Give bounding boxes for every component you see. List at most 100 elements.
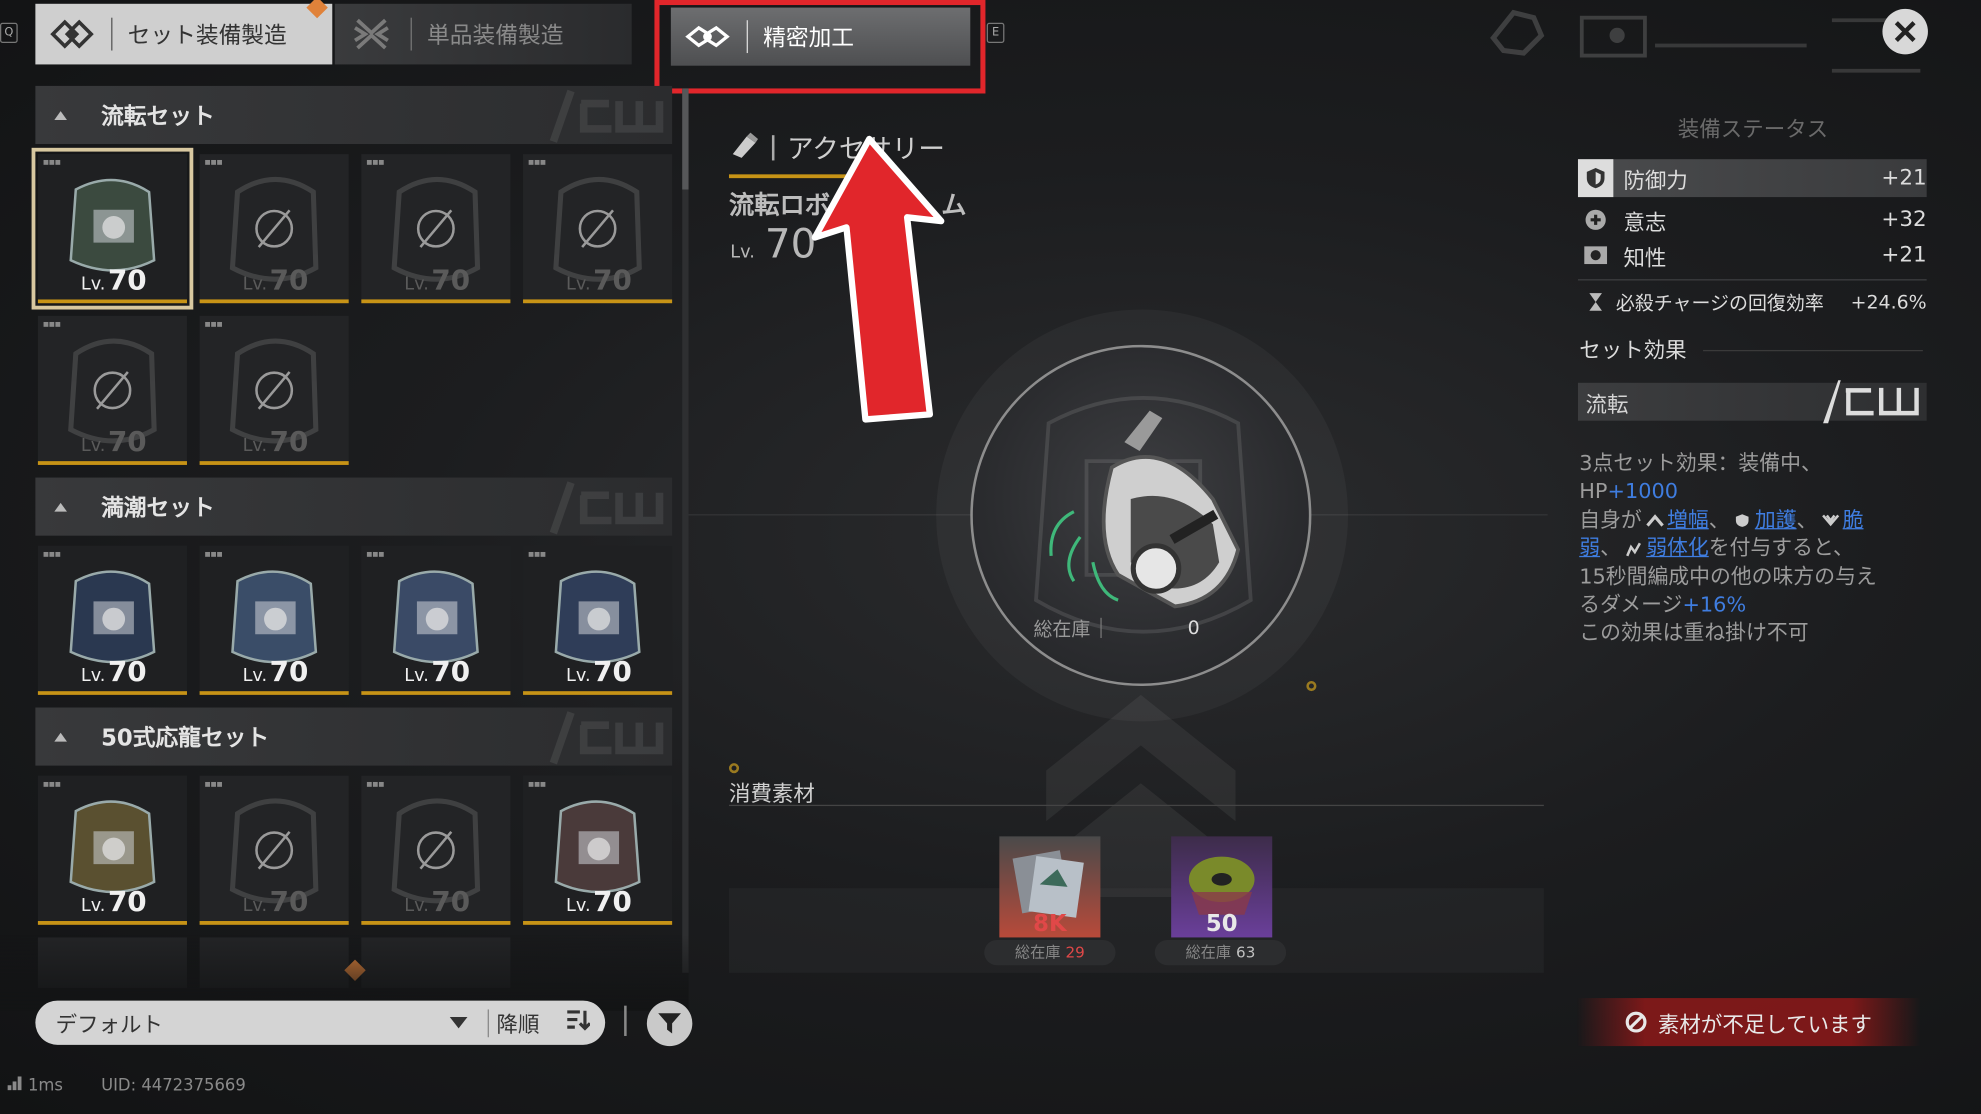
effect-line-1: 3点セット効果：装備中、 <box>1579 451 1822 476</box>
list-scrollbar[interactable] <box>682 88 689 973</box>
q-key-hint: Q <box>0 22 18 43</box>
tab-set-label: セット装備製造 <box>127 22 287 50</box>
sort-bar[interactable]: デフォルト 降順 <box>35 1000 606 1045</box>
materials-divider <box>728 804 1544 807</box>
equipment-tile[interactable]: ■■■ Lv. 70 <box>37 315 187 465</box>
tile-level-prefix: Lv. <box>242 665 268 687</box>
equipment-tile[interactable]: ■■■ Lv. 70 <box>199 154 349 304</box>
item-stock-value: 0 <box>1187 616 1200 640</box>
set-brand-logo-icon <box>1823 380 1919 424</box>
set-group-header[interactable]: 50式応龍セット <box>35 707 673 766</box>
hourglass-icon <box>1578 292 1613 312</box>
scrollbar-thumb[interactable] <box>682 88 689 190</box>
equipment-tile[interactable]: ■■■ Lv. 70 <box>361 154 511 304</box>
tile-rarity-tag: ■■■ <box>42 159 61 167</box>
material-count: 8K <box>1033 910 1067 938</box>
debuff-weaken-link[interactable]: 弱体化 <box>1646 536 1709 560</box>
tile-level-value: 70 <box>593 656 632 689</box>
equipment-tile[interactable]: ■■■ Lv. 70 <box>199 315 349 465</box>
prohibited-icon <box>1625 1011 1647 1033</box>
equipment-tile[interactable]: ■■■ Lv. 70 <box>361 545 511 695</box>
ping-value: 1ms <box>27 1076 63 1096</box>
tab-divider <box>111 17 113 51</box>
stat-value: +21 <box>1881 242 1927 268</box>
craft-button-insufficient[interactable]: 素材が不足しています <box>1576 998 1921 1047</box>
material-count: 50 <box>1205 910 1238 938</box>
equipment-tile[interactable]: ■■■ Lv. 70 <box>523 775 673 925</box>
tile-level: Lv. 70 <box>81 887 147 919</box>
collapse-triangle-icon[interactable] <box>35 731 86 742</box>
equipment-tile[interactable]: ■■■ Lv. 70 <box>37 775 187 925</box>
debuff-vulnerable-link-part2[interactable]: 弱 <box>1579 536 1600 560</box>
tile-level-prefix: Lv. <box>242 895 268 916</box>
collapse-triangle-icon[interactable] <box>35 501 86 512</box>
tile-level: Lv. 70 <box>243 265 309 297</box>
list-fade <box>0 934 689 1011</box>
tile-level: Lv. 70 <box>81 265 147 297</box>
highlight-box <box>654 0 986 94</box>
set-watermark-icon <box>549 711 664 765</box>
item-level-prefix: Lv. <box>730 242 755 263</box>
locked-slash-icon <box>93 371 132 410</box>
tile-level-value: 70 <box>107 427 147 459</box>
tile-rarity-tag: ■■■ <box>528 159 547 167</box>
tile-rarity-tag: ■■■ <box>204 320 223 329</box>
set-group-title: 満潮セット <box>101 495 215 522</box>
material-stock-value: 63 <box>1236 943 1256 962</box>
filter-button[interactable] <box>646 1000 693 1047</box>
tile-level-value: 70 <box>107 886 147 919</box>
tab-set-equipment[interactable]: セット装備製造 <box>35 3 333 65</box>
set-craft-icon <box>48 13 96 56</box>
sort-order-label[interactable]: 降順 <box>497 1007 540 1038</box>
buff-amplify-link[interactable]: 増幅 <box>1667 508 1709 532</box>
chevron-down-icon[interactable] <box>449 1017 468 1029</box>
close-button[interactable] <box>1882 8 1928 55</box>
tile-level: Lv. 70 <box>81 427 147 459</box>
stat-row-ult-charge: 必殺チャージの回復効率 +24.6% <box>1578 284 1927 319</box>
tile-rarity-tag: ■■■ <box>528 550 547 559</box>
equipment-tile[interactable]: ■■■ Lv. 70 <box>523 545 673 695</box>
item-stock: 総在庫 0 <box>1033 611 1245 644</box>
tile-level-prefix: Lv. <box>565 895 591 916</box>
tile-level-value: 70 <box>269 886 309 919</box>
close-icon <box>1894 21 1916 42</box>
sort-dropdown-value[interactable]: デフォルト <box>56 1007 435 1038</box>
tile-level-prefix: Lv. <box>404 274 429 295</box>
set-name: 流転 <box>1585 392 1629 418</box>
set-group-title: 流転セット <box>101 103 215 131</box>
status-footer: 1ms UID: 4472375669 <box>7 1076 246 1096</box>
sort-order-icon[interactable] <box>565 1008 592 1037</box>
material-slot[interactable]: 50 <box>1171 836 1273 938</box>
stat-label: 必殺チャージの回復効率 <box>1615 291 1824 314</box>
material-slot[interactable]: 8K <box>999 836 1101 938</box>
tab-single-equipment[interactable]: 単品装備製造 <box>334 3 632 65</box>
bar-divider <box>624 1005 627 1036</box>
weaken-icon <box>1626 542 1641 557</box>
tile-level-prefix: Lv. <box>565 274 591 295</box>
filter-icon <box>658 1013 681 1034</box>
tile-level-value: 70 <box>431 886 471 919</box>
tile-level: Lv. 70 <box>243 887 309 919</box>
debuff-vulnerable-link-part1[interactable]: 脆 <box>1843 508 1864 532</box>
equipment-tile[interactable]: ■■■ Lv. 70 <box>199 545 349 695</box>
signal-icon <box>7 1076 23 1095</box>
set-name-chip: 流転 <box>1577 380 1927 424</box>
protection-icon <box>1735 514 1749 528</box>
set-effect-divider <box>1703 349 1923 352</box>
stat-value: +21 <box>1881 165 1927 191</box>
equipment-tile[interactable]: ■■■ Lv. 70 <box>37 545 187 695</box>
single-craft-icon <box>347 13 395 56</box>
equipment-tile[interactable]: ■■■ Lv. 70 <box>523 154 673 304</box>
tile-level: Lv. 70 <box>566 887 632 919</box>
tile-rarity-tag: ■■■ <box>366 780 385 789</box>
will-icon <box>1578 208 1613 231</box>
equipment-tile[interactable]: ■■■ Lv. 70 <box>199 775 349 925</box>
collapse-triangle-icon[interactable] <box>35 109 86 120</box>
set-group-header[interactable]: 流転セット <box>35 85 673 145</box>
equipment-tile[interactable]: ■■■ Lv. 70 <box>361 775 511 925</box>
set-group-header[interactable]: 満潮セット <box>35 477 673 536</box>
effect-damage-value: +16% <box>1682 592 1747 617</box>
buff-protection-link[interactable]: 加護 <box>1755 508 1797 532</box>
equipment-tile[interactable]: ■■■ Lv. 70 <box>31 147 194 310</box>
tile-level-value: 70 <box>593 886 632 919</box>
